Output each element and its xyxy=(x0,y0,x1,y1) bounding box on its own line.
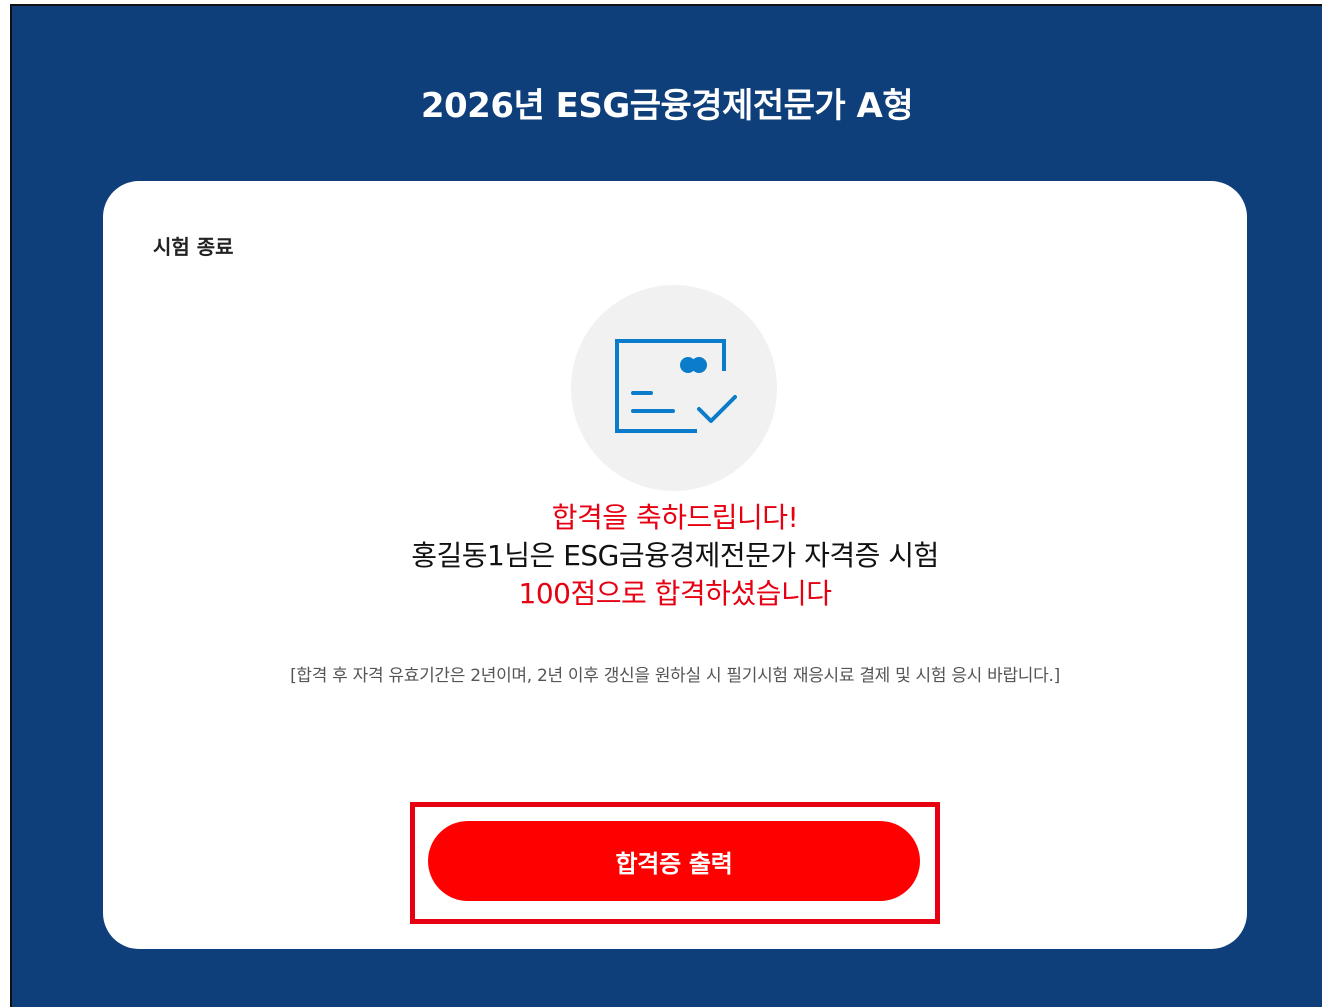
certificate-check-icon xyxy=(615,339,737,433)
exam-result-screen: 2026년 ESG금융경제전문가 A형 시험 종료 합격을 축하드립니다! 홍길… xyxy=(10,4,1322,1007)
page-title: 2026년 ESG금융경제전문가 A형 xyxy=(420,86,914,126)
validity-notice: [합격 후 자격 유효기간은 2년이며, 2년 이후 갱신을 원하실 시 필기시… xyxy=(290,666,1060,686)
card-heading: 시험 종료 xyxy=(153,235,234,259)
print-certificate-button[interactable]: 합격증 출력 xyxy=(428,821,920,901)
certificate-icon-circle xyxy=(571,285,777,491)
result-card: 시험 종료 합격을 축하드립니다! 홍길동1님은 ESG금융경제전문가 자격증 … xyxy=(103,181,1247,949)
result-message: 홍길동1님은 ESG금융경제전문가 자격증 시험 xyxy=(411,539,939,572)
congrats-message: 합격을 축하드립니다! xyxy=(551,501,799,534)
score-message: 100점으로 합격하셨습니다 xyxy=(518,577,832,610)
